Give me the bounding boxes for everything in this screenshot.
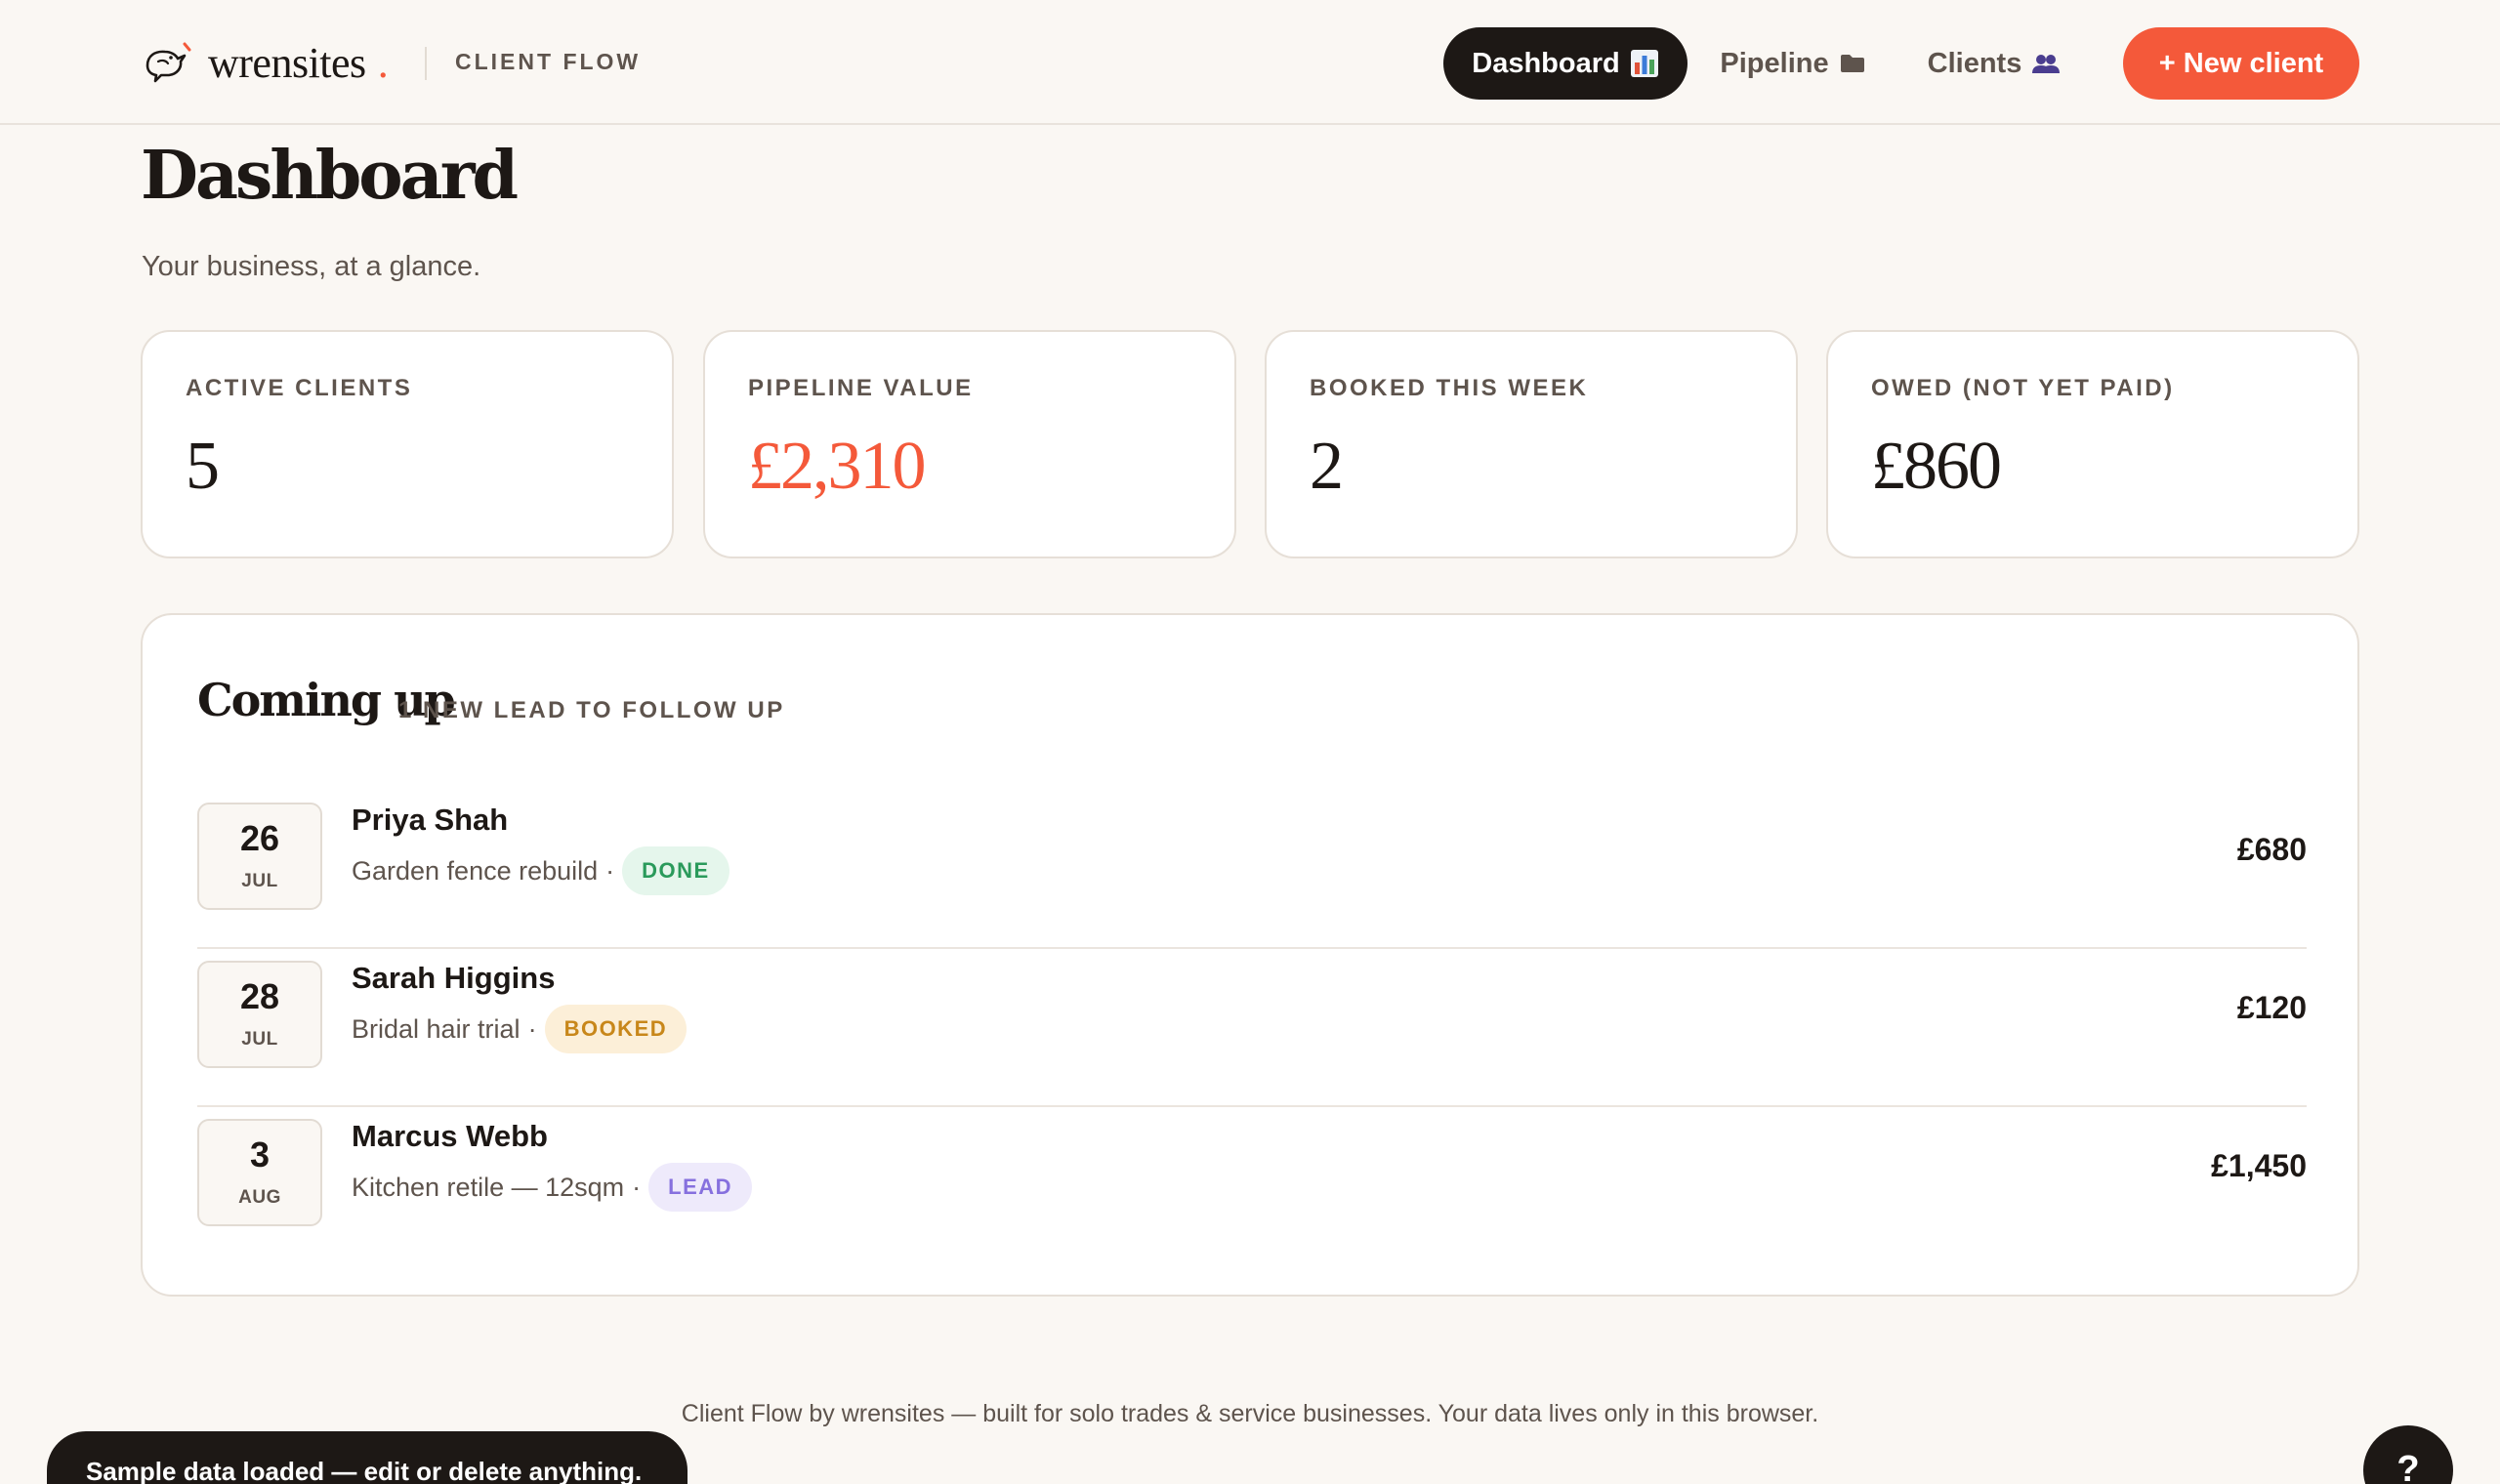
- stat-value: £2,310: [748, 429, 926, 504]
- job-title: Bridal hair trial: [352, 1013, 521, 1044]
- separator: ·: [605, 855, 615, 886]
- date-day: 28: [239, 976, 280, 1016]
- page-title: Dashboard: [141, 137, 519, 215]
- wren-bird-icon: [146, 42, 191, 83]
- nav-dashboard-label: Dashboard: [1472, 47, 1620, 79]
- client-name: Priya Shah: [352, 803, 509, 837]
- job-amount: £680: [2236, 832, 2307, 867]
- date-month: JUL: [241, 871, 278, 891]
- new-client-button[interactable]: + New client: [2123, 27, 2359, 100]
- stat-card-pipeline-value: PIPELINE VALUE £2,310: [703, 330, 1236, 558]
- brand-name: wrensites: [208, 38, 366, 87]
- job-description: Kitchen retile — 12sqm · LEAD: [352, 1162, 753, 1213]
- date-day: 3: [249, 1134, 271, 1175]
- date-badge: 28 JUL: [197, 961, 322, 1068]
- nav-clients-label: Clients: [1927, 47, 2022, 79]
- client-name: Marcus Webb: [352, 1119, 548, 1153]
- stat-card-owed: OWED (NOT YET PAID) £860: [1826, 330, 2359, 558]
- separator: ·: [527, 1013, 537, 1044]
- separator: ·: [632, 1172, 642, 1202]
- date-badge: 26 JUL: [197, 803, 322, 910]
- bar-chart-icon: [1630, 49, 1659, 78]
- date-month: JUL: [241, 1029, 278, 1050]
- date-badge: 3 AUG: [197, 1119, 322, 1226]
- people-icon: [2031, 52, 2061, 75]
- page-subtitle: Your business, at a glance.: [142, 251, 481, 282]
- stat-card-booked-this-week: BOOKED THIS WEEK 2: [1265, 330, 1798, 558]
- job-amount: £120: [2236, 990, 2307, 1025]
- date-day: 26: [239, 818, 280, 858]
- status-badge: LEAD: [648, 1163, 753, 1212]
- job-description: Bridal hair trial · BOOKED: [352, 1004, 688, 1054]
- folder-icon: [1839, 52, 1866, 75]
- job-description: Garden fence rebuild · DONE: [352, 845, 729, 896]
- list-item[interactable]: 26 JUL Priya Shah Garden fence rebuild ·…: [197, 791, 2307, 949]
- stat-value: £860: [1871, 429, 2002, 504]
- status-badge: DONE: [622, 846, 729, 895]
- coming-up-panel: Coming up 1 NEW LEAD TO FOLLOW UP 26 JUL…: [141, 613, 2359, 1297]
- top-bar: wrensites . CLIENT FLOW Dashboard Pipeli…: [0, 0, 2500, 125]
- nav-pipeline-label: Pipeline: [1720, 47, 1829, 79]
- nav-clients[interactable]: Clients: [1906, 27, 2082, 100]
- brand-dot: .: [377, 38, 389, 87]
- brand-subtitle: CLIENT FLOW: [455, 49, 642, 74]
- date-month: AUG: [238, 1187, 281, 1208]
- stat-label: PIPELINE VALUE: [748, 375, 974, 401]
- sample-data-toast: Sample data loaded — edit or delete anyt…: [47, 1431, 688, 1484]
- stat-label: BOOKED THIS WEEK: [1310, 375, 1589, 401]
- list-item[interactable]: 3 AUG Marcus Webb Kitchen retile — 12sqm…: [197, 1107, 2307, 1265]
- job-title: Kitchen retile — 12sqm: [352, 1172, 625, 1202]
- brand-divider: [425, 47, 427, 80]
- nav-dashboard[interactable]: Dashboard: [1443, 27, 1688, 100]
- follow-up-count: 1 NEW LEAD TO FOLLOW UP: [398, 697, 785, 723]
- stat-card-active-clients: ACTIVE CLIENTS 5: [141, 330, 674, 558]
- job-title: Garden fence rebuild: [352, 855, 599, 886]
- job-amount: £1,450: [2211, 1148, 2307, 1183]
- stat-label: OWED (NOT YET PAID): [1871, 375, 2175, 401]
- list-item[interactable]: 28 JUL Sarah Higgins Bridal hair trial ·…: [197, 949, 2307, 1107]
- client-name: Sarah Higgins: [352, 961, 556, 995]
- stat-label: ACTIVE CLIENTS: [186, 375, 413, 401]
- nav-pipeline[interactable]: Pipeline: [1705, 27, 1881, 100]
- status-badge: BOOKED: [544, 1005, 688, 1053]
- stat-value: 2: [1310, 429, 1344, 504]
- stat-value: 5: [186, 429, 220, 504]
- brand-logo[interactable]: wrensites .: [142, 35, 389, 90]
- footer-note: Client Flow by wrensites — built for sol…: [681, 1400, 1819, 1427]
- help-button[interactable]: ?: [2363, 1425, 2453, 1484]
